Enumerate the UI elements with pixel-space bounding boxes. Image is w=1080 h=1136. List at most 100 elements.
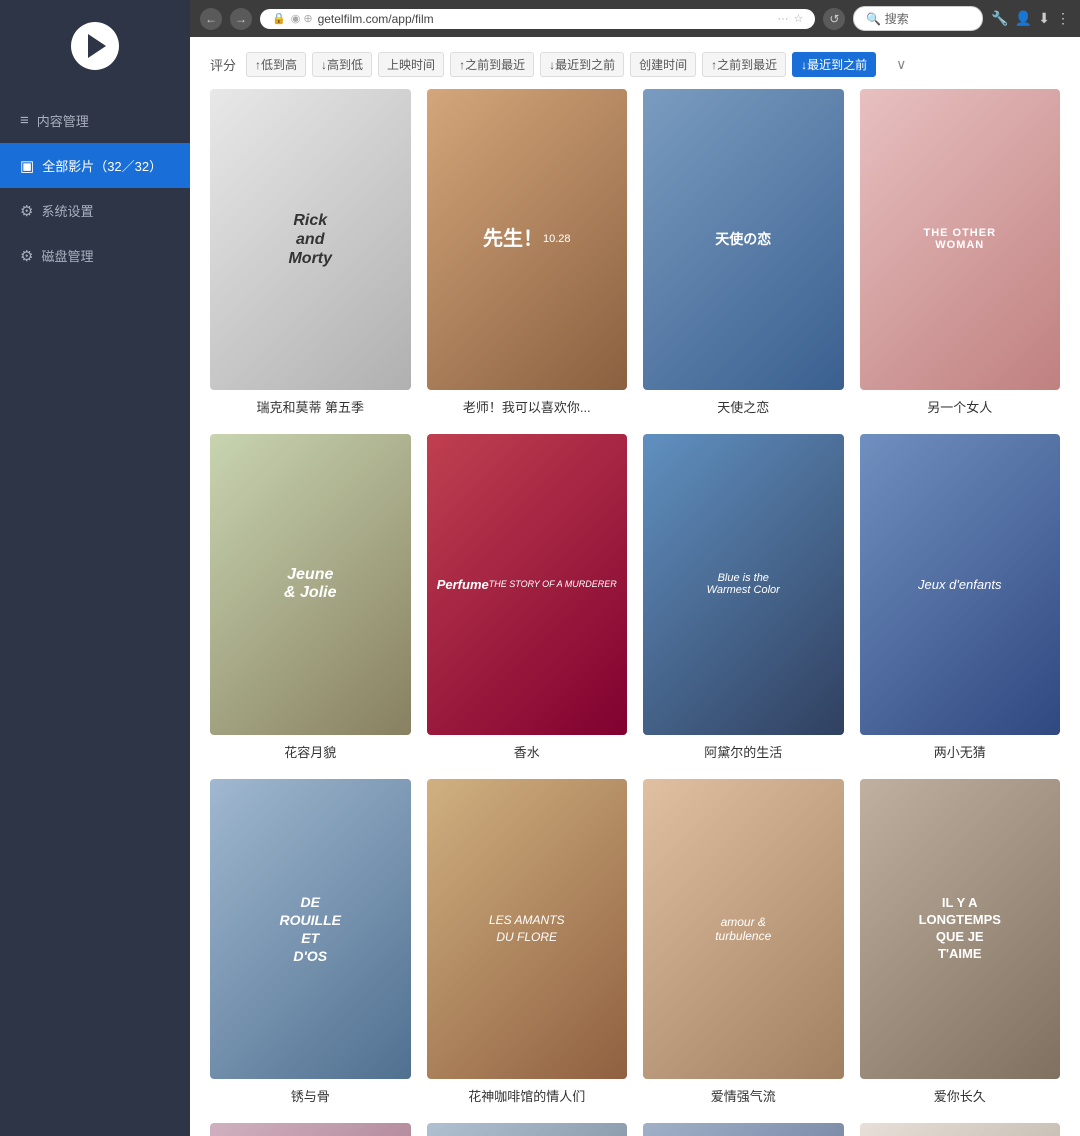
film-poster-image-11: amour &turbulence	[643, 779, 844, 1080]
film-title-1: 瑞克和莫蒂 第五季	[210, 397, 411, 416]
sort-rating-asc-button[interactable]: ↑低到高	[246, 52, 306, 77]
sidebar-item-label: 内容管理	[37, 111, 89, 130]
film-card-12[interactable]: IL Y ALONGTEMPSQUE JET'AIME 爱你长久	[860, 779, 1061, 1106]
sidebar-item-all-films[interactable]: ▣ 全部影片（32／32）	[0, 143, 190, 188]
url-bar[interactable]: 🔒 ◉ ⊕ getelfilm.com/app/film ··· ☆	[260, 9, 815, 29]
logo-icon	[71, 22, 119, 70]
film-card-4[interactable]: THE OTHERWOMAN 另一个女人	[860, 89, 1061, 416]
film-poster-11: amour &turbulence	[643, 779, 844, 1080]
logo-play-icon	[88, 34, 106, 58]
film-title-9: 锈与骨	[210, 1086, 411, 1105]
sidebar-item-disk-management[interactable]: ⚙ 磁盘管理	[0, 233, 190, 278]
browser-bar: ← → 🔒 ◉ ⊕ getelfilm.com/app/film ··· ☆ ↺…	[190, 0, 1080, 37]
film-poster-13	[210, 1123, 411, 1136]
extensions-button[interactable]: 🔧	[991, 10, 1008, 27]
film-poster-2: 先生！10.28	[427, 89, 628, 390]
film-card-3[interactable]: 天使の恋 天使之恋	[643, 89, 844, 416]
forward-button[interactable]: →	[230, 8, 252, 30]
search-placeholder: 搜索	[885, 12, 909, 26]
url-text: getelfilm.com/app/film	[318, 12, 773, 26]
sort-rating-label: 评分	[210, 55, 236, 74]
film-poster-image-2: 先生！10.28	[427, 89, 628, 390]
content-area: 评分 ↑低到高 ↓高到低 上映时间 ↑之前到最近 ↓最近到之前 创建时间 ↑之前…	[190, 37, 1080, 1136]
sort-release-time-button[interactable]: 上映时间	[378, 52, 444, 77]
refresh-button[interactable]: ↺	[823, 8, 845, 30]
film-title-2: 老师！我可以喜欢你...	[427, 397, 628, 416]
sort-create-asc-button[interactable]: ↑之前到最近	[702, 52, 786, 77]
film-poster-14	[427, 1123, 628, 1136]
sidebar-logo	[0, 0, 190, 88]
film-card-14[interactable]	[427, 1123, 628, 1136]
film-poster-9: DEROUILLEETD'OS	[210, 779, 411, 1080]
film-card-11[interactable]: amour &turbulence 爱情强气流	[643, 779, 844, 1106]
film-poster-8: Jeux d'enfants	[860, 434, 1061, 735]
film-poster-image-7: Blue is theWarmest Color	[643, 434, 844, 735]
film-title-4: 另一个女人	[860, 397, 1061, 416]
film-card-9[interactable]: DEROUILLEETD'OS 锈与骨	[210, 779, 411, 1106]
film-poster-image-5: Jeune& Jolie	[210, 434, 411, 735]
sidebar-item-label: 全部影片（32／32）	[42, 156, 162, 175]
film-poster-4: THE OTHERWOMAN	[860, 89, 1061, 390]
search-icon: 🔍	[866, 12, 881, 26]
download-button[interactable]: ⬇	[1038, 10, 1050, 27]
all-films-icon: ▣	[20, 157, 34, 175]
sort-create-time-button[interactable]: 创建时间	[630, 52, 696, 77]
film-card-15[interactable]	[643, 1123, 844, 1136]
film-poster-image-6: PerfumeTHE STORY OF A MURDERER	[427, 434, 628, 735]
film-poster-image-10: LES AMANTSDU FLORE	[427, 779, 628, 1080]
film-poster-7: Blue is theWarmest Color	[643, 434, 844, 735]
film-grid: RickandMorty 瑞克和莫蒂 第五季 先生！10.28 老师！我可以喜欢…	[210, 89, 1060, 1136]
film-card-16[interactable]	[860, 1123, 1061, 1136]
film-poster-3: 天使の恋	[643, 89, 844, 390]
film-card-8[interactable]: Jeux d'enfants 两小无猜	[860, 434, 1061, 761]
sort-time-asc-button[interactable]: ↑之前到最近	[450, 52, 534, 77]
film-title-6: 香水	[427, 742, 628, 761]
film-card-2[interactable]: 先生！10.28 老师！我可以喜欢你...	[427, 89, 628, 416]
film-poster-image-12: IL Y ALONGTEMPSQUE JET'AIME	[860, 779, 1061, 1080]
bookmark-icon: ☆	[794, 12, 804, 25]
profile-button[interactable]: 👤	[1015, 10, 1032, 27]
film-title-8: 两小无猜	[860, 742, 1061, 761]
back-button[interactable]: ←	[200, 8, 222, 30]
sort-create-desc-button[interactable]: ↓最近到之前	[792, 52, 876, 77]
film-card-7[interactable]: Blue is theWarmest Color 阿黛尔的生活	[643, 434, 844, 761]
film-poster-image-3: 天使の恋	[643, 89, 844, 390]
film-title-10: 花神咖啡馆的情人们	[427, 1086, 628, 1105]
film-title-7: 阿黛尔的生活	[643, 742, 844, 761]
sidebar-item-label: 磁盘管理	[41, 246, 93, 265]
sidebar-navigation: ≡ 内容管理 ▣ 全部影片（32／32） ⚙ 系统设置 ⚙ 磁盘管理	[0, 98, 190, 278]
film-poster-image-14	[427, 1123, 628, 1136]
browser-toolbar-icons: 🔧 👤 ⬇ ⋮	[991, 10, 1070, 27]
film-poster-image-16	[860, 1123, 1061, 1136]
sort-time-desc-button[interactable]: ↓最近到之前	[540, 52, 624, 77]
film-poster-12: IL Y ALONGTEMPSQUE JET'AIME	[860, 779, 1061, 1080]
film-title-5: 花容月貌	[210, 742, 411, 761]
main-area: ← → 🔒 ◉ ⊕ getelfilm.com/app/film ··· ☆ ↺…	[190, 0, 1080, 1136]
film-poster-image-15	[643, 1123, 844, 1136]
sidebar-item-system-settings[interactable]: ⚙ 系统设置	[0, 188, 190, 233]
sidebar-item-label: 系统设置	[41, 201, 93, 220]
film-poster-image-4: THE OTHERWOMAN	[860, 89, 1061, 390]
sidebar: ≡ 内容管理 ▣ 全部影片（32／32） ⚙ 系统设置 ⚙ 磁盘管理	[0, 0, 190, 1136]
film-poster-image-1: RickandMorty	[210, 89, 411, 390]
film-card-10[interactable]: LES AMANTSDU FLORE 花神咖啡馆的情人们	[427, 779, 628, 1106]
sidebar-item-content-management[interactable]: ≡ 内容管理	[0, 98, 190, 143]
film-card-1[interactable]: RickandMorty 瑞克和莫蒂 第五季	[210, 89, 411, 416]
lock-icon: 🔒	[272, 12, 286, 25]
film-poster-5: Jeune& Jolie	[210, 434, 411, 735]
film-poster-image-13	[210, 1123, 411, 1136]
sort-bar: 评分 ↑低到高 ↓高到低 上映时间 ↑之前到最近 ↓最近到之前 创建时间 ↑之前…	[210, 52, 1060, 77]
menu-button[interactable]: ⋮	[1056, 10, 1070, 27]
film-poster-15	[643, 1123, 844, 1136]
content-management-icon: ≡	[20, 112, 29, 129]
film-card-6[interactable]: PerfumeTHE STORY OF A MURDERER 香水	[427, 434, 628, 761]
system-settings-icon: ⚙	[20, 202, 33, 220]
film-card-13[interactable]	[210, 1123, 411, 1136]
browser-search-bar[interactable]: 🔍 搜索	[853, 6, 983, 31]
film-poster-6: PerfumeTHE STORY OF A MURDERER	[427, 434, 628, 735]
film-title-3: 天使之恋	[643, 397, 844, 416]
sort-chevron-icon[interactable]: ∨	[896, 56, 906, 73]
disk-management-icon: ⚙	[20, 247, 33, 265]
sort-rating-desc-button[interactable]: ↓高到低	[312, 52, 372, 77]
film-card-5[interactable]: Jeune& Jolie 花容月貌	[210, 434, 411, 761]
